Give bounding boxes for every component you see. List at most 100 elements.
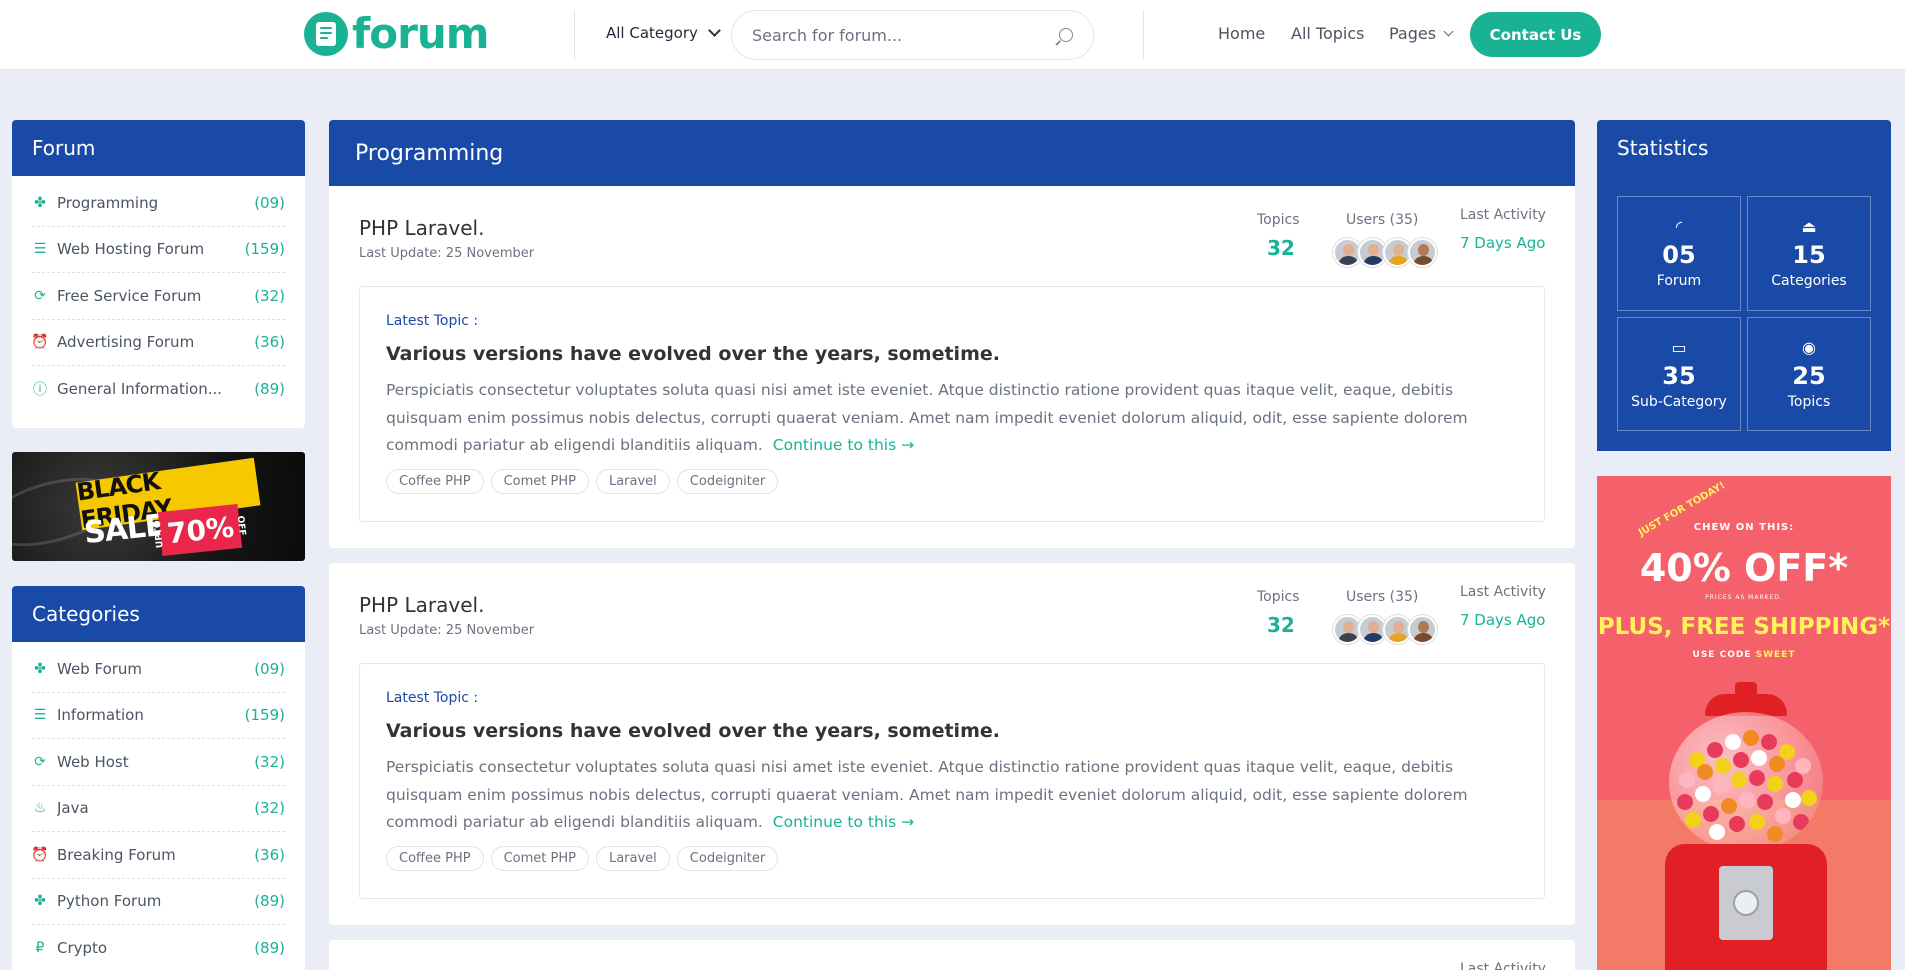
alarm-clock-icon: ⏰: [31, 846, 49, 863]
forum-item-programming[interactable]: ✤ Programming (09): [32, 180, 285, 227]
category-item-breaking-forum[interactable]: ⏰ Breaking Forum (36): [31, 832, 285, 879]
avatar[interactable]: [1408, 238, 1437, 267]
nav-pages-link[interactable]: Pages: [1389, 24, 1436, 43]
tag[interactable]: Laravel: [595, 469, 670, 494]
promo-chew: CHEW ON THIS:: [1693, 522, 1795, 533]
category-item-information[interactable]: ☰ Information (159): [32, 693, 285, 739]
nav-home[interactable]: Home: [1218, 24, 1265, 43]
category-item-web-host[interactable]: ⟳ Web Host (32): [32, 739, 285, 786]
tag[interactable]: Laravel: [595, 846, 670, 871]
latest-topic-label: Latest Topic :: [386, 690, 479, 706]
latest-topic-box: Latest Topic : Various versions have evo…: [359, 286, 1545, 522]
continue-link[interactable]: Continue to this →: [773, 813, 914, 831]
latest-topic-label: Latest Topic :: [386, 313, 479, 329]
latest-topic-excerpt: Perspiciatis consectetur voluptates solu…: [386, 754, 1486, 837]
stat-forum: ◜ 05 Forum: [1617, 196, 1741, 311]
forum-card-title[interactable]: PHP Laravel.: [359, 216, 484, 240]
tag[interactable]: Codeigniter: [676, 846, 779, 871]
category-item-count: (89): [254, 892, 285, 911]
puzzle-icon: ✤: [34, 194, 46, 211]
category-item-web-forum[interactable]: ✤ Web Forum (09): [32, 646, 285, 693]
topics-label: Topics: [1257, 589, 1300, 605]
forum-item-count: (159): [244, 240, 285, 259]
category-item-label: Python Forum: [57, 892, 162, 911]
stat-value: 05: [1662, 241, 1696, 270]
latest-topic-title[interactable]: Various versions have evolved over the y…: [386, 720, 1000, 742]
avatar[interactable]: [1408, 615, 1437, 644]
server-icon: ☰: [33, 241, 47, 258]
last-activity-label: Last Activity: [1460, 961, 1546, 970]
category-item-label: Information: [57, 706, 144, 725]
nav-all-topics[interactable]: All Topics: [1291, 24, 1365, 43]
stat-label: Forum: [1656, 273, 1702, 290]
forum-item-advertising[interactable]: ⏰ Advertising Forum (36): [31, 320, 285, 366]
category-item-java[interactable]: ♨ Java (32): [32, 786, 285, 832]
tag[interactable]: Comet PHP: [490, 469, 589, 494]
stamp-icon: ⏏: [1801, 217, 1817, 237]
forum-card-last-update: Last Update: 25 November: [359, 246, 535, 261]
category-item-count: (89): [254, 939, 285, 958]
forum-item-count: (32): [254, 286, 285, 305]
black-friday-banner[interactable]: BLACK FRIDAY SALE UPTO 70% OFF: [12, 452, 305, 561]
forum-card-last-update: Last Update: 25 November: [359, 623, 535, 638]
tag[interactable]: Coffee PHP: [386, 846, 484, 871]
refresh-icon: ⟳: [34, 287, 46, 304]
stat-label: Sub-Category: [1631, 393, 1727, 410]
tag[interactable]: Coffee PHP: [386, 469, 484, 494]
forum-list: ✤ Programming (09) ☰ Web Hosting Forum (159)…: [12, 176, 305, 413]
contact-us-button[interactable]: Contact Us: [1470, 12, 1601, 57]
tag[interactable]: Comet PHP: [490, 846, 589, 871]
tag-list: Coffee PHP Comet PHP Laravel Codeigniter: [386, 469, 779, 494]
search-input[interactable]: [752, 25, 1051, 45]
top-navbar: forum All Category Home All Topics Pages…: [0, 0, 1905, 70]
gumball-knob: [1733, 890, 1759, 916]
stat-value: 35: [1662, 361, 1696, 390]
statistics-panel: Statistics: [1597, 120, 1891, 176]
stat-categories: ⏏ 15 Categories: [1747, 196, 1871, 311]
user-avatars: [1333, 238, 1437, 267]
forum-card-title[interactable]: PHP Laravel.: [359, 593, 484, 617]
category-select[interactable]: All Category: [606, 24, 721, 42]
forum-item-count: (36): [254, 333, 285, 352]
site-logo[interactable]: forum: [304, 12, 490, 56]
chevron-down-icon: [708, 24, 721, 37]
nav-home-link[interactable]: Home: [1218, 24, 1265, 43]
refresh-icon: ⟳: [34, 753, 46, 770]
search-box: [731, 10, 1094, 60]
latest-topic-title[interactable]: Various versions have evolved over the y…: [386, 343, 1000, 365]
banner-percent: 70%: [165, 510, 236, 550]
latest-topic-text: Perspiciatis consectetur voluptates solu…: [386, 758, 1468, 831]
forum-card: Last Activity: [329, 940, 1575, 970]
category-item-python-forum[interactable]: ✤ Python Forum (89): [32, 879, 285, 925]
forum-card: PHP Laravel. Last Update: 25 November To…: [329, 186, 1575, 548]
user-avatars: [1333, 615, 1437, 644]
category-item-count: (32): [254, 752, 285, 771]
last-activity-label: Last Activity: [1460, 207, 1546, 223]
alarm-clock-icon: ⏰: [31, 334, 49, 351]
card-icon: ▭: [1671, 337, 1687, 357]
tag[interactable]: Codeigniter: [676, 469, 779, 494]
continue-link[interactable]: Continue to this →: [773, 436, 914, 454]
stop-circle-icon: ◉: [1802, 337, 1816, 357]
category-item-crypto[interactable]: ₽ Crypto (89): [32, 925, 285, 970]
banner-off: OFF: [234, 515, 247, 537]
latest-topic-text: Perspiciatis consectetur voluptates solu…: [386, 381, 1468, 454]
users-label: Users (35): [1346, 589, 1419, 605]
logo-icon: [304, 12, 348, 56]
forum-item-web-hosting[interactable]: ☰ Web Hosting Forum (159): [32, 227, 285, 273]
main-section-title: Programming: [329, 120, 1575, 186]
forum-panel: Forum ✤ Programming (09) ☰ Web Hosting Foru…: [12, 120, 305, 428]
nav-all-topics-link[interactable]: All Topics: [1291, 24, 1365, 43]
stat-topics: ◉ 25 Topics: [1747, 316, 1871, 431]
java-icon: ♨: [33, 800, 47, 817]
divider: [574, 10, 575, 60]
category-item-label: Crypto: [57, 939, 108, 958]
server-icon: ☰: [33, 707, 47, 724]
category-item-count: (36): [254, 845, 285, 864]
nav-pages[interactable]: Pages: [1389, 24, 1454, 43]
last-activity-value: 7 Days Ago: [1460, 234, 1546, 252]
gumball-promo-banner[interactable]: JUST FOR TODAY! CHEW ON THIS: 40% OFF* P…: [1597, 476, 1891, 970]
forum-item-general-information[interactable]: ⓘ General Information... (89): [32, 366, 285, 413]
search-icon[interactable]: [1059, 28, 1073, 42]
forum-item-free-service[interactable]: ⟳ Free Service Forum (32): [32, 273, 285, 320]
